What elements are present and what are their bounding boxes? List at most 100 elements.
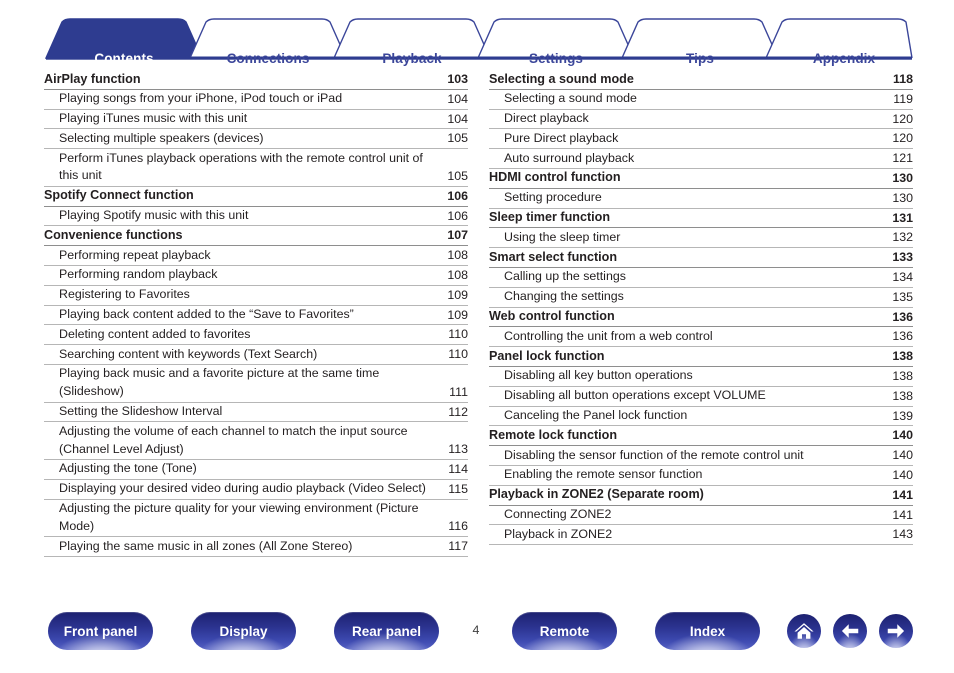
toc-entry-row[interactable]: Deleting content added to favorites 110: [44, 325, 468, 346]
toc-entry-title[interactable]: Enabling the remote sensor function: [489, 466, 887, 485]
toc-entry-title[interactable]: Smart select function: [489, 248, 887, 267]
toc-entry-row[interactable]: Connecting ZONE2 141: [489, 506, 913, 526]
tab-label-contents[interactable]: Contents: [94, 51, 153, 66]
toc-entry-title[interactable]: Disabling the sensor function of the rem…: [489, 446, 887, 465]
toc-entry-row[interactable]: Adjusting the tone (Tone) 114: [44, 460, 468, 480]
toc-entry-title[interactable]: Registering to Favorites: [44, 286, 442, 305]
toc-entry-title[interactable]: Setting procedure: [489, 189, 887, 208]
toc-entry-title[interactable]: Sleep timer function: [489, 209, 887, 228]
toc-entry-title[interactable]: Pure Direct playback: [489, 129, 887, 148]
toc-section-row[interactable]: Spotify Connect function 106: [44, 187, 468, 207]
toc-entry-row[interactable]: Canceling the Panel lock function 139: [489, 407, 913, 427]
toc-entry-title[interactable]: Playing back content added to the “Save …: [44, 306, 442, 325]
toc-entry-title[interactable]: Playing iTunes music with this unit: [44, 110, 442, 129]
toc-entry-row[interactable]: Pure Direct playback 120: [489, 129, 913, 150]
tab-label-playback[interactable]: Playback: [382, 51, 441, 66]
toc-section-row[interactable]: Web control function 136: [489, 308, 913, 328]
footer-button-rear-panel[interactable]: Rear panel: [334, 612, 439, 650]
toc-entry-row[interactable]: Playback in ZONE2 143: [489, 525, 913, 546]
toc-entry-title[interactable]: Playback in ZONE2: [489, 525, 887, 544]
toc-section-row[interactable]: AirPlay function 103: [44, 70, 468, 90]
home-icon[interactable]: [787, 614, 821, 648]
toc-entry-title[interactable]: Direct playback: [489, 110, 887, 129]
toc-section-row[interactable]: Smart select function 133: [489, 248, 913, 268]
toc-section-row[interactable]: Selecting a sound mode 118: [489, 70, 913, 90]
toc-entry-title[interactable]: Disabling all key button operations: [489, 367, 887, 386]
toc-section-row[interactable]: Remote lock function 140: [489, 426, 913, 447]
toc-entry-row[interactable]: Direct playback 120: [489, 110, 913, 130]
toc-entry-row[interactable]: Disabling all button operations except V…: [489, 387, 913, 407]
toc-entry-title[interactable]: Selecting a sound mode: [489, 70, 887, 89]
toc-entry-title[interactable]: Setting the Slideshow Interval: [44, 403, 442, 422]
toc-entry-row[interactable]: Searching content with keywords (Text Se…: [44, 345, 468, 365]
footer-button-remote[interactable]: Remote: [512, 612, 617, 650]
toc-entry-title[interactable]: Web control function: [489, 308, 887, 327]
toc-entry-title[interactable]: Connecting ZONE2: [489, 506, 887, 525]
toc-entry-title[interactable]: Adjusting the volume of each channel to …: [44, 422, 442, 459]
toc-entry-title[interactable]: Playing back music and a favorite pictur…: [44, 365, 442, 402]
toc-entry-title[interactable]: Adjusting the tone (Tone): [44, 460, 442, 479]
toc-entry-row[interactable]: Changing the settings 135: [489, 288, 913, 308]
toc-entry-title[interactable]: Playing Spotify music with this unit: [44, 207, 442, 226]
toc-entry-title[interactable]: Selecting multiple speakers (devices): [44, 129, 442, 148]
toc-entry-row[interactable]: Playing iTunes music with this unit 104: [44, 110, 468, 130]
tab-label-tips[interactable]: Tips: [686, 51, 714, 66]
tab-label-appendix[interactable]: Appendix: [813, 51, 875, 66]
toc-entry-title[interactable]: Disabling all button operations except V…: [489, 387, 887, 406]
toc-entry-row[interactable]: Selecting multiple speakers (devices) 105: [44, 129, 468, 150]
footer-button-display[interactable]: Display: [191, 612, 296, 650]
toc-entry-title[interactable]: Canceling the Panel lock function: [489, 407, 887, 426]
toc-entry-title[interactable]: Panel lock function: [489, 347, 887, 366]
toc-entry-row[interactable]: Registering to Favorites 109: [44, 286, 468, 306]
toc-entry-title[interactable]: Convenience functions: [44, 226, 442, 245]
toc-entry-title[interactable]: Calling up the settings: [489, 268, 887, 287]
toc-entry-title[interactable]: Spotify Connect function: [44, 187, 442, 206]
toc-section-row[interactable]: Convenience functions 107: [44, 226, 468, 247]
toc-section-row[interactable]: Playback in ZONE2 (Separate room) 141: [489, 486, 913, 506]
toc-entry-title[interactable]: Performing random playback: [44, 266, 442, 285]
toc-entry-row[interactable]: Performing repeat playback 108: [44, 246, 468, 266]
toc-entry-row[interactable]: Playing back content added to the “Save …: [44, 306, 468, 326]
toc-entry-title[interactable]: Remote lock function: [489, 426, 887, 445]
tab-label-connections[interactable]: Connections: [227, 51, 310, 66]
toc-entry-row[interactable]: Enabling the remote sensor function 140: [489, 466, 913, 486]
arrow-left-icon[interactable]: [833, 614, 867, 648]
toc-section-row[interactable]: HDMI control function 130: [489, 169, 913, 189]
toc-entry-row[interactable]: Playing Spotify music with this unit 106: [44, 207, 468, 227]
toc-entry-title[interactable]: Perform iTunes playback operations with …: [44, 149, 442, 186]
toc-entry-title[interactable]: AirPlay function: [44, 70, 442, 89]
footer-button-front-panel[interactable]: Front panel: [48, 612, 153, 650]
toc-entry-row[interactable]: Adjusting the volume of each channel to …: [44, 422, 468, 460]
toc-entry-row[interactable]: Disabling the sensor function of the rem…: [489, 446, 913, 466]
toc-entry-row[interactable]: Displaying your desired video during aud…: [44, 480, 468, 500]
toc-entry-row[interactable]: Auto surround playback 121: [489, 149, 913, 169]
footer-button-index[interactable]: Index: [655, 612, 760, 650]
toc-entry-row[interactable]: Playing back music and a favorite pictur…: [44, 365, 468, 403]
toc-entry-row[interactable]: Adjusting the picture quality for your v…: [44, 500, 468, 538]
toc-entry-title[interactable]: Changing the settings: [489, 288, 887, 307]
toc-entry-title[interactable]: Playback in ZONE2 (Separate room): [489, 486, 887, 505]
toc-entry-row[interactable]: Playing the same music in all zones (All…: [44, 537, 468, 557]
toc-entry-title[interactable]: Deleting content added to favorites: [44, 325, 442, 344]
toc-entry-row[interactable]: Performing random playback 108: [44, 266, 468, 286]
toc-entry-row[interactable]: Setting the Slideshow Interval 112: [44, 403, 468, 423]
arrow-right-icon[interactable]: [879, 614, 913, 648]
toc-entry-title[interactable]: Playing the same music in all zones (All…: [44, 537, 442, 556]
toc-entry-row[interactable]: Playing songs from your iPhone, iPod tou…: [44, 90, 468, 110]
toc-entry-row[interactable]: Perform iTunes playback operations with …: [44, 149, 468, 187]
toc-entry-title[interactable]: Selecting a sound mode: [489, 90, 887, 109]
toc-section-row[interactable]: Panel lock function 138: [489, 347, 913, 367]
toc-entry-row[interactable]: Using the sleep timer 132: [489, 228, 913, 249]
toc-entry-title[interactable]: Playing songs from your iPhone, iPod tou…: [44, 90, 442, 109]
toc-entry-title[interactable]: Controlling the unit from a web control: [489, 327, 887, 346]
toc-entry-title[interactable]: Performing repeat playback: [44, 246, 442, 265]
toc-entry-title[interactable]: HDMI control function: [489, 169, 887, 188]
toc-entry-row[interactable]: Controlling the unit from a web control 1…: [489, 327, 913, 348]
toc-entry-title[interactable]: Auto surround playback: [489, 149, 887, 168]
toc-entry-title[interactable]: Adjusting the picture quality for your v…: [44, 500, 442, 537]
toc-entry-row[interactable]: Setting procedure 130: [489, 189, 913, 209]
toc-entry-title[interactable]: Searching content with keywords (Text Se…: [44, 345, 442, 364]
toc-entry-row[interactable]: Calling up the settings 134: [489, 268, 913, 288]
toc-entry-title[interactable]: Using the sleep timer: [489, 228, 887, 247]
tab-label-settings[interactable]: Settings: [529, 51, 583, 66]
